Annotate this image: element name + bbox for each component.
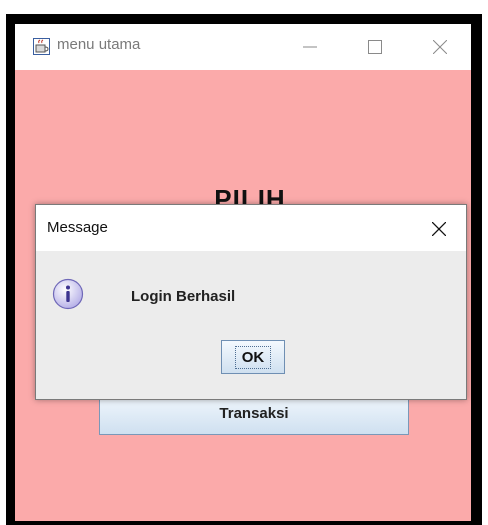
dialog-close-button[interactable]: [420, 213, 458, 245]
window-title: menu utama: [57, 36, 141, 53]
close-icon: [433, 40, 447, 54]
close-button[interactable]: [410, 29, 470, 65]
ok-button-label: OK: [234, 345, 272, 369]
ok-button[interactable]: OK: [221, 340, 285, 374]
dialog-title: Message: [47, 219, 108, 236]
dialog-titlebar[interactable]: Message: [36, 205, 466, 251]
maximize-button[interactable]: [345, 29, 405, 65]
maximize-icon: [368, 40, 382, 54]
close-icon: [432, 222, 446, 236]
minimize-button[interactable]: [280, 29, 340, 65]
window-titlebar[interactable]: menu utama: [15, 24, 471, 70]
dialog-message: Login Berhasil: [131, 288, 236, 305]
info-icon: [52, 278, 84, 310]
minimize-icon: [303, 46, 317, 48]
message-dialog: Message Login Berhasil OK: [35, 204, 467, 400]
java-cup-icon: [33, 38, 50, 55]
